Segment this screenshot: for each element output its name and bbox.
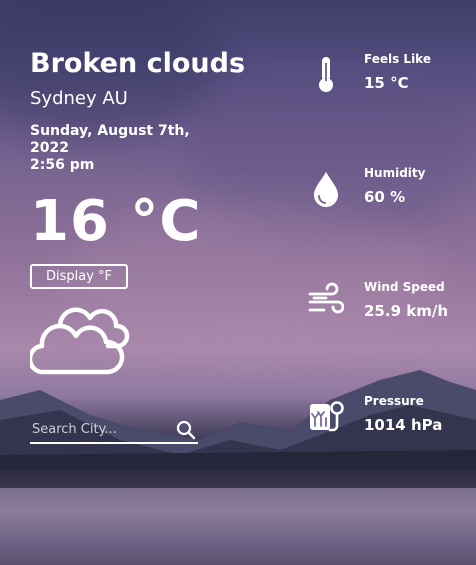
date-time: Sunday, August 7th, 2022 2:56 pm <box>30 123 220 174</box>
stat-label: Humidity <box>364 166 426 180</box>
thermometer-icon <box>319 57 333 92</box>
wind-icon <box>308 282 344 314</box>
stat-value: 25.9 km/h <box>364 302 448 320</box>
stat-label: Wind Speed <box>364 280 445 294</box>
unit-toggle-button[interactable]: Display °F <box>30 264 129 289</box>
temperature: 16 °C <box>30 189 202 254</box>
stat-humidity: Humidity 60 % <box>308 166 468 216</box>
search-icon[interactable] <box>176 420 196 440</box>
stat-value: 15 °C <box>364 74 409 92</box>
date-text: Sunday, August 7th, 2022 <box>30 123 190 156</box>
broken-clouds-icon <box>30 307 130 375</box>
stat-label: Pressure <box>364 394 424 408</box>
droplet-icon <box>314 172 338 207</box>
location-name: Sydney AU <box>30 88 128 109</box>
stat-pressure: Pressure 1014 hPa <box>308 394 468 444</box>
search-bar <box>30 418 198 444</box>
stat-wind-speed: Wind Speed 25.9 km/h <box>308 280 468 330</box>
stat-feels-like: Feels Like 15 °C <box>308 52 468 102</box>
time-text: 2:56 pm <box>30 157 95 173</box>
pressure-icon <box>310 401 344 432</box>
lake <box>0 488 476 565</box>
current-weather-panel: Broken clouds Sydney AU Sunday, August 7… <box>30 48 246 289</box>
search-input[interactable] <box>30 418 172 441</box>
weather-condition: Broken clouds <box>30 48 246 79</box>
stat-value: 60 % <box>364 188 406 206</box>
stat-label: Feels Like <box>364 52 431 66</box>
stat-value: 1014 hPa <box>364 416 443 434</box>
